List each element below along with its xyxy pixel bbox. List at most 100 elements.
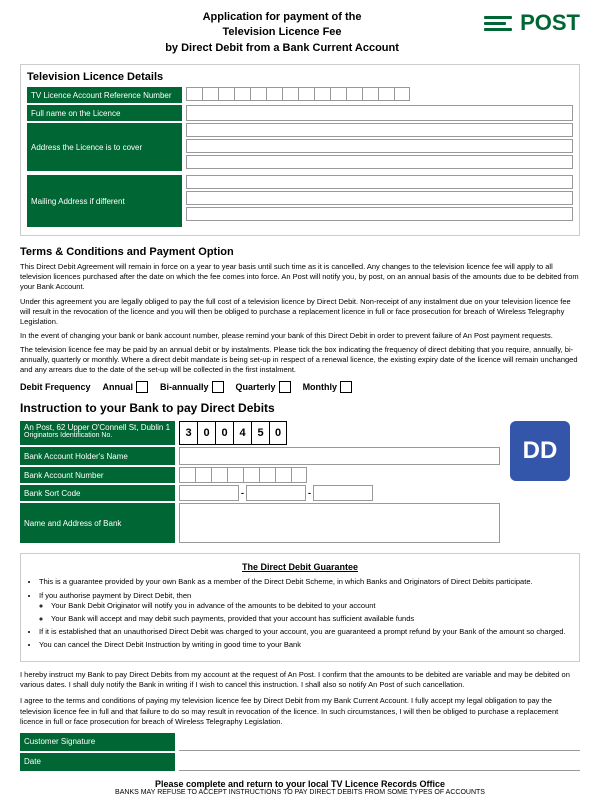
header-line1: Application for payment of the <box>80 10 484 25</box>
orig-num-5: 5 <box>251 421 269 445</box>
acc-box-7[interactable] <box>275 467 291 483</box>
post-logo: POST <box>484 10 580 36</box>
ref-box-10[interactable] <box>330 87 346 101</box>
full-name-row: Full name on the Licence <box>27 105 573 121</box>
ref-box-4[interactable] <box>234 87 250 101</box>
dd-logo: DD <box>510 421 570 481</box>
sort-dash-1: - <box>241 488 244 498</box>
acc-box-4[interactable] <box>227 467 243 483</box>
tv-licence-title: Television Licence Details <box>27 71 573 83</box>
address-label: Address the Licence is to cover <box>27 123 182 171</box>
freq-quarterly-label: Quarterly <box>236 382 276 392</box>
signature-line[interactable] <box>179 733 580 751</box>
address-line-3[interactable] <box>186 155 573 169</box>
acc-box-6[interactable] <box>259 467 275 483</box>
logo-line-1 <box>484 16 512 19</box>
ref-box-12[interactable] <box>362 87 378 101</box>
guarantee-point-4: You can cancel the Direct Debit Instruct… <box>39 640 571 650</box>
ref-box-14[interactable] <box>394 87 410 101</box>
sort-code-input-1[interactable] <box>179 485 239 501</box>
debit-frequency-row: Debit Frequency Annual Bi-annually Quart… <box>20 381 580 393</box>
guarantee-point-1: This is a guarantee provided by your own… <box>39 577 571 587</box>
bank-section-title: Instruction to your Bank to pay Direct D… <box>20 401 500 415</box>
address-line-1[interactable] <box>186 123 573 137</box>
acc-box-8[interactable] <box>291 467 307 483</box>
debit-freq-label: Debit Frequency <box>20 382 91 392</box>
account-number-row: Bank Account Number <box>20 467 500 483</box>
orig-num-4: 4 <box>233 421 251 445</box>
guarantee-title: The Direct Debit Guarantee <box>29 562 571 572</box>
acc-box-3[interactable] <box>211 467 227 483</box>
acc-box-5[interactable] <box>243 467 259 483</box>
originator-sub: Originators Identification No. <box>24 432 112 439</box>
orig-num-6: 0 <box>269 421 287 445</box>
date-line[interactable] <box>179 753 580 771</box>
ref-number-row: TV Licence Account Reference Number <box>27 87 573 103</box>
terms-para-4: The television licence fee may be paid b… <box>20 345 580 375</box>
ref-number-label: TV Licence Account Reference Number <box>27 87 182 103</box>
freq-quarterly-checkbox[interactable] <box>279 381 291 393</box>
bank-section: Instruction to your Bank to pay Direct D… <box>20 401 580 545</box>
sort-code-input-2[interactable] <box>246 485 306 501</box>
address-line-2[interactable] <box>186 139 573 153</box>
guarantee-list: This is a guarantee provided by your own… <box>29 577 571 650</box>
freq-annual-label: Annual <box>103 382 134 392</box>
page-header: Application for payment of the Televisio… <box>20 10 580 56</box>
freq-annual-checkbox[interactable] <box>136 381 148 393</box>
ref-box-1[interactable] <box>186 87 202 101</box>
sort-code-input-3[interactable] <box>313 485 373 501</box>
ref-box-8[interactable] <box>298 87 314 101</box>
ref-box-7[interactable] <box>282 87 298 101</box>
terms-para-2: Under this agreement you are legally obl… <box>20 297 580 327</box>
address-row: Address the Licence is to cover <box>27 123 573 171</box>
logo-line-2 <box>484 22 506 25</box>
ref-number-boxes <box>186 87 410 103</box>
sort-code-row: Bank Sort Code - - <box>20 485 500 501</box>
ref-box-5[interactable] <box>250 87 266 101</box>
guarantee-point-2b: Your Bank will accept and may debit such… <box>51 614 571 624</box>
footer: Please complete and return to your local… <box>20 779 580 796</box>
ref-box-6[interactable] <box>266 87 282 101</box>
account-holder-row: Bank Account Holder's Name <box>20 447 500 465</box>
terms-section: Terms & Conditions and Payment Option Th… <box>20 246 580 393</box>
tv-licence-section: Television Licence Details TV Licence Ac… <box>20 64 580 236</box>
terms-para-3: In the event of changing your bank or ba… <box>20 331 580 341</box>
ref-box-3[interactable] <box>218 87 234 101</box>
originator-name: An Post, 62 Upper O'Connell St, Dublin 1 <box>24 423 170 432</box>
sort-code-wrapper: - - <box>179 485 373 501</box>
full-name-input[interactable] <box>186 105 573 121</box>
freq-biannually: Bi-annually <box>160 381 224 393</box>
freq-biannually-label: Bi-annually <box>160 382 209 392</box>
mailing-line-3[interactable] <box>186 207 573 221</box>
terms-para-1: This Direct Debit Agreement will remain … <box>20 262 580 292</box>
account-holder-input[interactable] <box>179 447 500 465</box>
guarantee-point-2: If you authorise payment by Direct Debit… <box>39 591 571 624</box>
orig-num-3: 0 <box>215 421 233 445</box>
date-label: Date <box>20 753 175 771</box>
name-address-bank-row: Name and Address of Bank <box>20 503 500 543</box>
ref-box-2[interactable] <box>202 87 218 101</box>
mailing-line-1[interactable] <box>186 175 573 189</box>
full-name-label: Full name on the Licence <box>27 105 182 121</box>
orig-num-1: 3 <box>179 421 197 445</box>
guarantee-box: The Direct Debit Guarantee This is a gua… <box>20 553 580 662</box>
logo-line-3 <box>484 28 512 31</box>
ref-box-9[interactable] <box>314 87 330 101</box>
name-address-bank-label: Name and Address of Bank <box>20 503 175 543</box>
freq-biannually-checkbox[interactable] <box>212 381 224 393</box>
account-holder-label: Bank Account Holder's Name <box>20 447 175 465</box>
freq-monthly-label: Monthly <box>303 382 338 392</box>
date-row: Date <box>20 753 580 771</box>
header-title: Application for payment of the Televisio… <box>80 10 484 56</box>
declaration-text-1: I hereby instruct my Bank to pay Direct … <box>20 670 580 690</box>
ref-box-11[interactable] <box>346 87 362 101</box>
mailing-line-2[interactable] <box>186 191 573 205</box>
freq-monthly-checkbox[interactable] <box>340 381 352 393</box>
declaration-text-2: I agree to the terms and conditions of p… <box>20 696 580 726</box>
acc-box-1[interactable] <box>179 467 195 483</box>
ref-box-13[interactable] <box>378 87 394 101</box>
account-number-label: Bank Account Number <box>20 467 175 483</box>
acc-box-2[interactable] <box>195 467 211 483</box>
name-address-bank-input[interactable] <box>179 503 500 543</box>
logo-text: POST <box>520 10 580 36</box>
